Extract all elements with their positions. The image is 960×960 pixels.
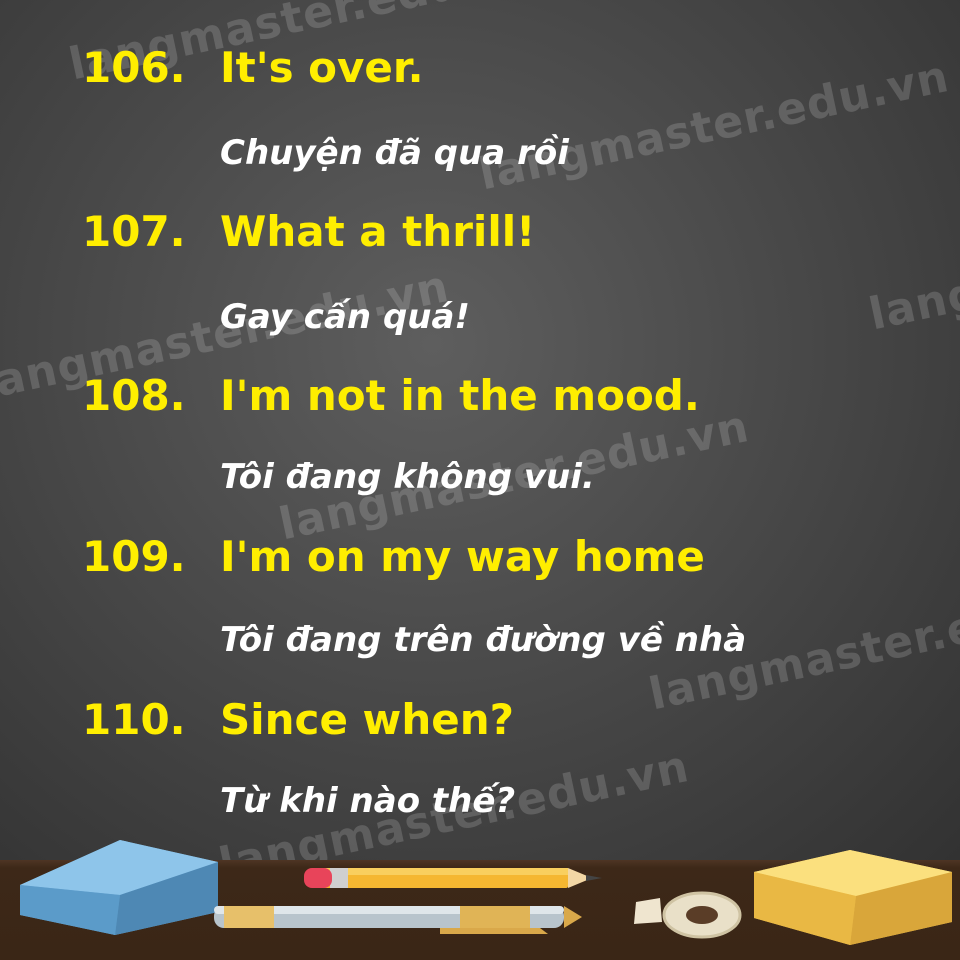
phrase-entry-109: 109. I'm on my way home Tôi đang trên đư… [0, 527, 960, 691]
tape-roll-icon [634, 891, 742, 939]
phrase-entry-108: 108. I'm not in the mood. Tôi đang không… [0, 366, 960, 530]
phrase-number: 109. [82, 532, 186, 581]
phrase-number: 108. [82, 371, 186, 420]
english-phrase: I'm not in the mood. [220, 371, 700, 420]
desk-items [20, 840, 952, 945]
vietnamese-translation: Chuyện đã qua rồi [220, 133, 569, 173]
english-phrase: I'm on my way home [220, 532, 705, 581]
phrase-number: 110. [82, 695, 186, 744]
pen-icon [214, 906, 582, 934]
chalkboard-background: langmaster.edu.vn langmaster.edu.vn lang… [0, 0, 960, 860]
phrase-entry-106: 106. It's over. Chuyện đã qua rồi [0, 38, 960, 202]
vietnamese-translation: Tôi đang trên đường về nhà [220, 620, 747, 660]
phrase-number: 107. [82, 207, 186, 256]
vietnamese-translation: Tôi đang không vui. [220, 457, 595, 497]
phrase-entry-107: 107. What a thrill! Gay cấn quá! [0, 202, 960, 366]
pencil-icon [304, 868, 602, 888]
yellow-sticky-note-pad-icon [754, 850, 952, 945]
blue-sticky-note-pad-icon [20, 840, 218, 935]
english-phrase: What a thrill! [220, 207, 536, 256]
english-phrase: It's over. [220, 43, 424, 92]
english-phrase: Since when? [220, 695, 514, 744]
vietnamese-translation: Gay cấn quá! [220, 297, 470, 337]
phrase-number: 106. [82, 43, 186, 92]
